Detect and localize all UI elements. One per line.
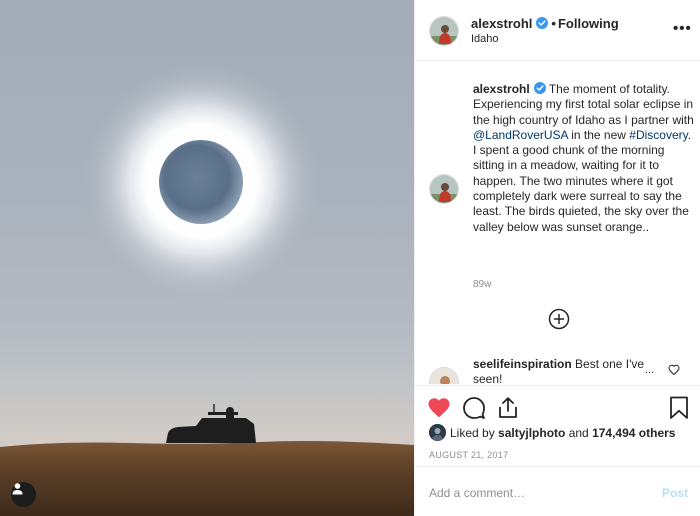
likes-summary: Liked by saltyjlphoto and 174,494 others bbox=[429, 424, 675, 441]
liker-avatar[interactable] bbox=[429, 424, 446, 441]
post-comment-button[interactable]: Post bbox=[662, 486, 688, 500]
hashtag-link[interactable]: #Discovery bbox=[629, 128, 687, 142]
comments-list[interactable]: alexstrohl The moment of totality. Exper… bbox=[415, 62, 700, 384]
profile-photo bbox=[430, 17, 458, 45]
profile-photo bbox=[429, 424, 446, 441]
post-caption: alexstrohl The moment of totality. Exper… bbox=[473, 82, 695, 235]
location-link[interactable]: Idaho bbox=[471, 33, 499, 45]
heart-icon[interactable] bbox=[668, 364, 680, 376]
post-actions: Liked by saltyjlphoto and 174,494 others… bbox=[415, 385, 700, 465]
share-icon[interactable] bbox=[496, 396, 520, 420]
post-header: alexstrohl • Following Idaho ••• bbox=[415, 0, 700, 61]
plus-circle-icon[interactable] bbox=[548, 308, 570, 330]
heart-icon[interactable] bbox=[427, 396, 451, 420]
liker-username-link[interactable]: saltyjlphoto bbox=[498, 426, 565, 440]
caption-username[interactable]: alexstrohl bbox=[473, 82, 530, 96]
verified-badge-icon bbox=[536, 17, 549, 29]
add-comment-form: Post bbox=[415, 466, 700, 516]
caption-text: . I spent a good chunk of the morning si… bbox=[473, 127, 692, 234]
caption-avatar[interactable] bbox=[429, 174, 459, 204]
commenter-username[interactable]: seelifeinspiration bbox=[473, 357, 572, 371]
post-details-panel: alexstrohl • Following Idaho ••• alexstroh… bbox=[414, 0, 700, 516]
likes-prefix: Liked by bbox=[450, 426, 499, 440]
separator-dot: • bbox=[551, 16, 556, 31]
comment-options-button[interactable]: ... bbox=[645, 364, 654, 376]
likes-count-link[interactable]: 174,494 others bbox=[592, 426, 675, 440]
likes-middle: and bbox=[565, 426, 593, 440]
commenter-avatar[interactable] bbox=[429, 367, 459, 384]
moon-disc bbox=[159, 140, 243, 224]
comment-input[interactable] bbox=[429, 483, 649, 503]
hillside bbox=[0, 441, 414, 516]
comment-icon[interactable] bbox=[462, 396, 486, 420]
user-icon bbox=[12, 483, 23, 495]
more-options-button[interactable]: ••• bbox=[673, 20, 692, 37]
verified-badge-icon bbox=[533, 82, 546, 94]
username-link[interactable]: alexstrohl bbox=[471, 16, 532, 31]
tagged-users-button[interactable] bbox=[11, 482, 36, 507]
caption-age[interactable]: 89w bbox=[473, 279, 491, 290]
mention-link[interactable]: @LandRoverUSA bbox=[473, 128, 568, 142]
avatar[interactable] bbox=[429, 16, 459, 46]
profile-photo bbox=[430, 368, 458, 384]
comment-item: seelifeinspiration Best one I've seen! bbox=[473, 357, 673, 384]
post-date[interactable]: AUGUST 21, 2017 bbox=[429, 450, 508, 460]
profile-photo bbox=[430, 175, 458, 203]
eclipse-image bbox=[0, 63, 414, 516]
post-photo[interactable] bbox=[0, 0, 414, 516]
bookmark-icon[interactable] bbox=[669, 396, 689, 420]
caption-text: in the new bbox=[567, 127, 630, 142]
following-button[interactable]: Following bbox=[558, 16, 619, 31]
